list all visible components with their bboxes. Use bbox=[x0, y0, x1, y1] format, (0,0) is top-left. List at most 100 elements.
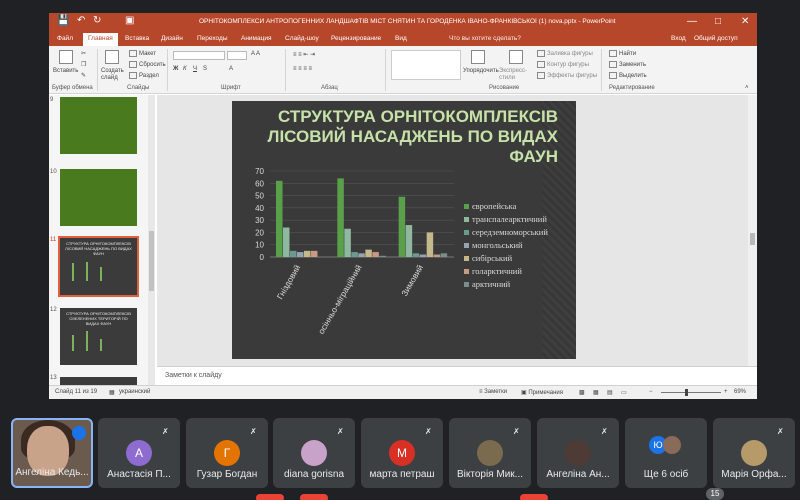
reading-view-icon[interactable]: ▤ bbox=[607, 389, 613, 396]
layout-button[interactable]: Макет bbox=[129, 50, 156, 57]
slide-thumbnail-12[interactable]: СТРУКТУРА ОРНІТОКОМПЛЕКСІВ ОЗЕЛЕНЕНИХ ТЕ… bbox=[60, 308, 137, 365]
tab-insert[interactable]: Вставка bbox=[125, 35, 149, 42]
participant-tile[interactable]: ✗ Г Гузар Богдан bbox=[186, 418, 268, 488]
start-slideshow-icon[interactable]: ▣ bbox=[125, 15, 134, 26]
zoom-level[interactable]: 69% bbox=[734, 389, 746, 395]
underline-icon[interactable]: Ч bbox=[193, 66, 197, 72]
notes-placeholder: Заметки к слайду bbox=[165, 372, 222, 379]
bar bbox=[419, 254, 427, 257]
redo-icon[interactable]: ↻ bbox=[93, 15, 101, 26]
bar bbox=[412, 253, 420, 257]
select-button[interactable]: Выделить bbox=[609, 72, 647, 79]
italic-icon[interactable]: К bbox=[183, 66, 187, 72]
leave-call-button[interactable] bbox=[520, 494, 548, 500]
participant-tile[interactable]: ✗ diana gorisna bbox=[273, 418, 355, 488]
slide-thumbnail-11[interactable]: СТРУКТУРА ОРНІТОКОМПЛЕКСІВ ЛІСОВИЙ НАСАД… bbox=[58, 236, 139, 297]
format-painter-icon[interactable]: ✎ bbox=[81, 72, 86, 79]
new-slide-icon[interactable] bbox=[105, 50, 119, 64]
more-participants-tile[interactable]: Ю Ще 6 осіб bbox=[625, 418, 707, 488]
language-indicator[interactable]: украинский bbox=[119, 389, 150, 395]
mic-control-button[interactable] bbox=[256, 494, 284, 500]
font-color-icon[interactable]: A bbox=[229, 66, 233, 72]
bullets-icon[interactable]: ≡ ≡ ⇤ ⇥ bbox=[293, 51, 315, 58]
tab-animations[interactable]: Анимация bbox=[241, 35, 272, 42]
bold-icon[interactable]: Ж bbox=[173, 66, 178, 72]
avatar: Г bbox=[214, 440, 240, 466]
slide-thumbnail-10[interactable] bbox=[60, 169, 137, 226]
paste-icon[interactable] bbox=[59, 50, 73, 64]
maximize-icon[interactable]: □ bbox=[715, 16, 721, 27]
shape-fill-button[interactable]: Заливка фигуры bbox=[537, 50, 593, 57]
participant-tile[interactable]: ✗ Вікторія Мик... bbox=[449, 418, 531, 488]
share-button[interactable]: Общий доступ bbox=[694, 35, 738, 42]
slide-thumbnail-9[interactable] bbox=[60, 97, 137, 154]
tab-home[interactable]: Главная bbox=[83, 33, 118, 46]
participant-tile[interactable]: ✗ Марія Орфа... bbox=[713, 418, 795, 488]
thumbnails-scroll-thumb[interactable] bbox=[149, 231, 154, 291]
tab-design[interactable]: Дизайн bbox=[161, 35, 183, 42]
align-icon[interactable]: ≡ ≡ ≡ ≡ bbox=[293, 66, 312, 72]
paste-button[interactable]: Вставить bbox=[53, 68, 78, 74]
minimize-icon[interactable]: — bbox=[687, 16, 697, 27]
zoom-in-icon[interactable]: + bbox=[724, 389, 728, 395]
y-tick-label: 10 bbox=[255, 241, 264, 250]
participant-name: марта петраш bbox=[369, 469, 435, 480]
participant-tile[interactable]: ✗ А Анастасія П... bbox=[98, 418, 180, 488]
shape-outline-button[interactable]: Контур фигуры bbox=[537, 61, 589, 68]
editor-scroll-thumb[interactable] bbox=[750, 233, 755, 245]
speaking-indicator-icon bbox=[72, 426, 86, 440]
reset-button[interactable]: Сбросить bbox=[129, 61, 166, 68]
bar bbox=[398, 196, 406, 257]
copy-icon[interactable]: ❐ bbox=[81, 61, 86, 68]
legend-swatch bbox=[464, 217, 469, 222]
y-tick-label: 30 bbox=[255, 216, 264, 225]
new-slide-button[interactable]: Создать слайд bbox=[101, 68, 125, 82]
slide-sorter-icon[interactable]: ▦ bbox=[593, 389, 599, 396]
close-icon[interactable]: ✕ bbox=[741, 16, 749, 27]
participant-tile[interactable]: ✗ М марта петраш bbox=[361, 418, 443, 488]
mic-off-icon: ✗ bbox=[601, 427, 608, 436]
current-slide[interactable]: СТРУКТУРА ОРНІТОКОМПЛЕКСІВ ЛІСОВИЙ НАСАД… bbox=[232, 101, 576, 359]
tab-transitions[interactable]: Переходы bbox=[197, 35, 228, 42]
spellcheck-icon[interactable]: ▦ bbox=[109, 389, 115, 396]
undo-icon[interactable]: ↶ bbox=[77, 15, 85, 26]
notes-toggle[interactable]: ≡ Заметки bbox=[479, 389, 507, 395]
find-button[interactable]: Найти bbox=[609, 50, 636, 57]
font-size-box[interactable] bbox=[227, 51, 247, 60]
slideshow-view-icon[interactable]: ▭ bbox=[621, 389, 627, 396]
zoom-slider-knob[interactable] bbox=[685, 389, 688, 396]
tab-review[interactable]: Рецензирование bbox=[331, 35, 381, 42]
participant-tile[interactable]: ✗ Ангеліна Ан... bbox=[537, 418, 619, 488]
normal-view-icon[interactable]: ▩ bbox=[579, 389, 585, 396]
notes-pane[interactable]: Заметки к слайду bbox=[157, 366, 757, 385]
participant-tile-self[interactable]: Ангеліна Кедь... bbox=[11, 418, 93, 488]
quick-styles-button[interactable]: Экспресс-стили bbox=[499, 68, 529, 82]
comments-toggle[interactable]: ▣ Примечания bbox=[521, 389, 563, 396]
shapes-gallery[interactable] bbox=[391, 50, 461, 80]
section-button[interactable]: Раздел bbox=[129, 72, 159, 79]
font-name-box[interactable] bbox=[173, 51, 225, 60]
zoom-slider[interactable] bbox=[661, 392, 721, 393]
shape-effects-button[interactable]: Эффекты фигуры bbox=[537, 72, 597, 79]
arrange-button[interactable]: Упорядочить bbox=[463, 68, 499, 74]
tab-slideshow[interactable]: Слайд-шоу bbox=[285, 35, 319, 42]
camera-control-button[interactable] bbox=[300, 494, 328, 500]
editor-scrollbar[interactable] bbox=[748, 95, 757, 366]
slide-thumbnail-13[interactable] bbox=[60, 377, 137, 385]
tab-file[interactable]: Файл bbox=[57, 35, 73, 42]
save-icon[interactable]: 💾 bbox=[57, 15, 69, 26]
quick-styles-icon[interactable] bbox=[509, 50, 523, 64]
y-tick-label: 50 bbox=[255, 192, 264, 201]
font-grow-icon[interactable]: A A bbox=[251, 51, 260, 57]
cut-icon[interactable]: ✂ bbox=[81, 50, 86, 57]
tab-view[interactable]: Вид bbox=[395, 35, 407, 42]
strikethrough-icon[interactable]: S bbox=[203, 66, 207, 72]
arrange-icon[interactable] bbox=[471, 50, 485, 64]
collapse-ribbon-icon[interactable]: ˄ bbox=[745, 85, 749, 91]
replace-button[interactable]: Заменить bbox=[609, 61, 646, 68]
y-tick-label: 70 bbox=[255, 167, 264, 176]
tell-me-search[interactable]: Что вы хотите сделать? bbox=[449, 35, 521, 42]
legend-swatch bbox=[464, 256, 469, 261]
zoom-out-icon[interactable]: − bbox=[649, 389, 653, 395]
sign-in-link[interactable]: Вход bbox=[671, 35, 686, 42]
